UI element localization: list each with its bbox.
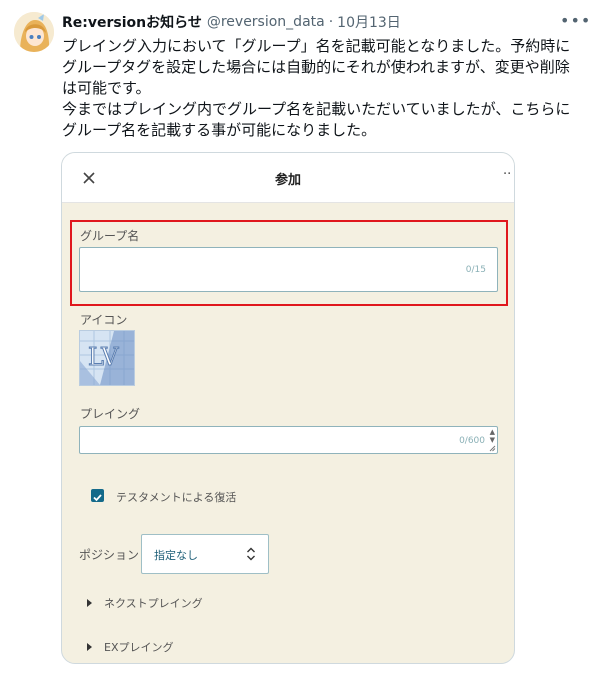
testament-label[interactable]: テスタメントによる復活 [116,489,236,505]
tweet-header: Re:versionお知らせ @reversion_data · 10月13日 [62,12,401,32]
playing-counter: 0/600 [459,436,485,446]
next-playing-label: ネクストプレイング [104,597,203,610]
tweet-text-line: プレイング入力において「グループ」名を記載可能となりました。予約時に [62,37,571,55]
tweet-text-line: 今まではプレイング内でグループ名を記載いただいていましたが、こちらに [62,100,571,118]
playing-label: プレイング [80,407,141,421]
user-handle[interactable]: @reversion_data [207,14,325,30]
testament-checkbox[interactable] [91,489,104,502]
card-title: 参加 [274,173,301,188]
chevron-updown-icon [247,547,255,561]
tweet-text-line: は可能です。 [62,79,151,97]
avatar[interactable] [14,12,54,52]
check-icon [93,494,102,502]
icon-label: アイコン [80,313,128,327]
group-name-label: グループ名 [80,229,140,243]
icon-monogram: LV [88,343,119,371]
avatar-image [14,12,54,52]
more-icon[interactable]: ••• [560,13,590,29]
group-name-input[interactable]: 0/15 [79,247,498,292]
tweet-text-line: グループ名を記載する事が可能になりました。 [62,121,377,139]
card-more-icon[interactable]: ·· [503,167,511,182]
icon-picture: LV [80,331,134,385]
next-playing-disclosure[interactable]: ネクストプレイング [87,595,203,611]
triangle-right-icon [87,643,92,651]
display-name[interactable]: Re:versionお知らせ [62,12,202,32]
ex-playing-disclosure[interactable]: EXプレイング [87,639,174,655]
triangle-right-icon [87,599,92,607]
tweet-date[interactable]: 10月13日 [337,12,401,32]
card-header: 参加 ·· [62,153,514,203]
tweet-text: プレイング入力において「グループ」名を記載可能となりました。予約時に グループタ… [62,36,584,141]
character-icon-image[interactable]: LV [79,330,135,386]
scroll-up-icon[interactable]: ▲ [490,429,495,436]
position-select[interactable]: 指定なし [141,534,269,574]
position-label: ポジション [79,548,140,562]
position-select-value: 指定なし [154,549,198,562]
scroll-down-icon[interactable]: ▼ [490,437,495,444]
group-name-counter: 0/15 [465,265,486,275]
resize-handle-icon[interactable] [489,445,496,452]
playing-textarea[interactable]: 0/600 ▲ ▼ [79,426,498,454]
separator-dot: · [328,14,334,30]
ex-playing-label: EXプレイング [104,641,174,654]
tweet-text-line: グループタグを設定した場合には自動的にそれが使われますが、変更や削除 [62,58,570,76]
